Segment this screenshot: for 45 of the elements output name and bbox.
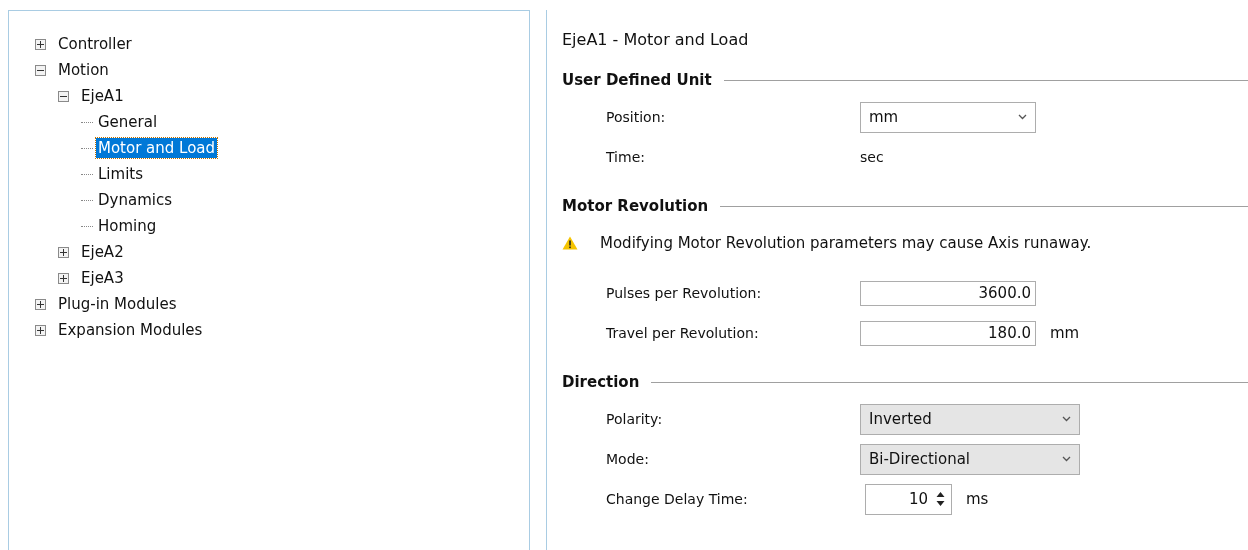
dropdown[interactable]: mm	[860, 101, 1036, 133]
dropdown[interactable]: Bi-Directional	[860, 443, 1080, 475]
spinner-arrows-icon	[936, 490, 945, 508]
tree-item[interactable]: Motion	[56, 60, 111, 80]
spinner-field[interactable]: 10	[865, 483, 952, 515]
field-label: Position:	[606, 109, 667, 125]
field-label: Travel per Revolution:	[606, 325, 760, 341]
unit-label: ms	[966, 490, 989, 508]
panel-title: EjeA1 - Motor and Load	[562, 30, 750, 49]
chevron-down-icon	[1062, 456, 1071, 462]
tree-item[interactable]: Expansion Modules	[56, 320, 205, 340]
field-label: Mode:	[606, 451, 650, 467]
input-field[interactable]: 180.0	[860, 320, 1036, 346]
input-field[interactable]: 3600.0	[860, 280, 1036, 306]
chevron-down-icon	[1018, 114, 1027, 120]
field-label: Polarity:	[606, 411, 664, 427]
tree-item[interactable]: Motor and Load	[96, 138, 218, 158]
section-title: Direction	[562, 373, 640, 391]
tree-item[interactable]: EjeA3	[79, 268, 126, 288]
field-value: sec	[860, 149, 884, 165]
expand-icon[interactable]	[58, 272, 69, 284]
field-label: Change Delay Time:	[606, 491, 749, 507]
expand-icon[interactable]	[58, 246, 69, 258]
tree-item[interactable]: Plug-in Modules	[56, 294, 179, 314]
expand-icon[interactable]	[35, 324, 46, 336]
section-title: Motor Revolution	[562, 197, 709, 215]
warning-message: Modifying Motor Revolution parameters may cause Axis runaway.	[600, 234, 1092, 252]
tree-item[interactable]: EjeA2	[79, 242, 126, 262]
collapse-icon[interactable]	[58, 90, 69, 102]
tree-item[interactable]: EjeA1	[79, 86, 126, 106]
chevron-down-icon	[1062, 416, 1071, 422]
field-label: Time:	[606, 149, 646, 165]
dropdown[interactable]: Inverted	[860, 403, 1080, 435]
field-label: Pulses per Revolution:	[606, 285, 763, 301]
expand-icon[interactable]	[35, 38, 46, 50]
tree-item[interactable]: General	[96, 112, 160, 132]
unit-label: mm	[1050, 324, 1080, 342]
section-title: User Defined Unit	[562, 71, 712, 89]
warning-icon	[562, 236, 578, 250]
tree-item[interactable]: Controller	[56, 34, 134, 54]
expand-icon[interactable]	[35, 298, 46, 310]
tree-item[interactable]: Dynamics	[96, 190, 174, 210]
tree-item[interactable]: Homing	[96, 216, 159, 236]
tree-item[interactable]: Limits	[96, 164, 145, 184]
collapse-icon[interactable]	[35, 64, 46, 76]
